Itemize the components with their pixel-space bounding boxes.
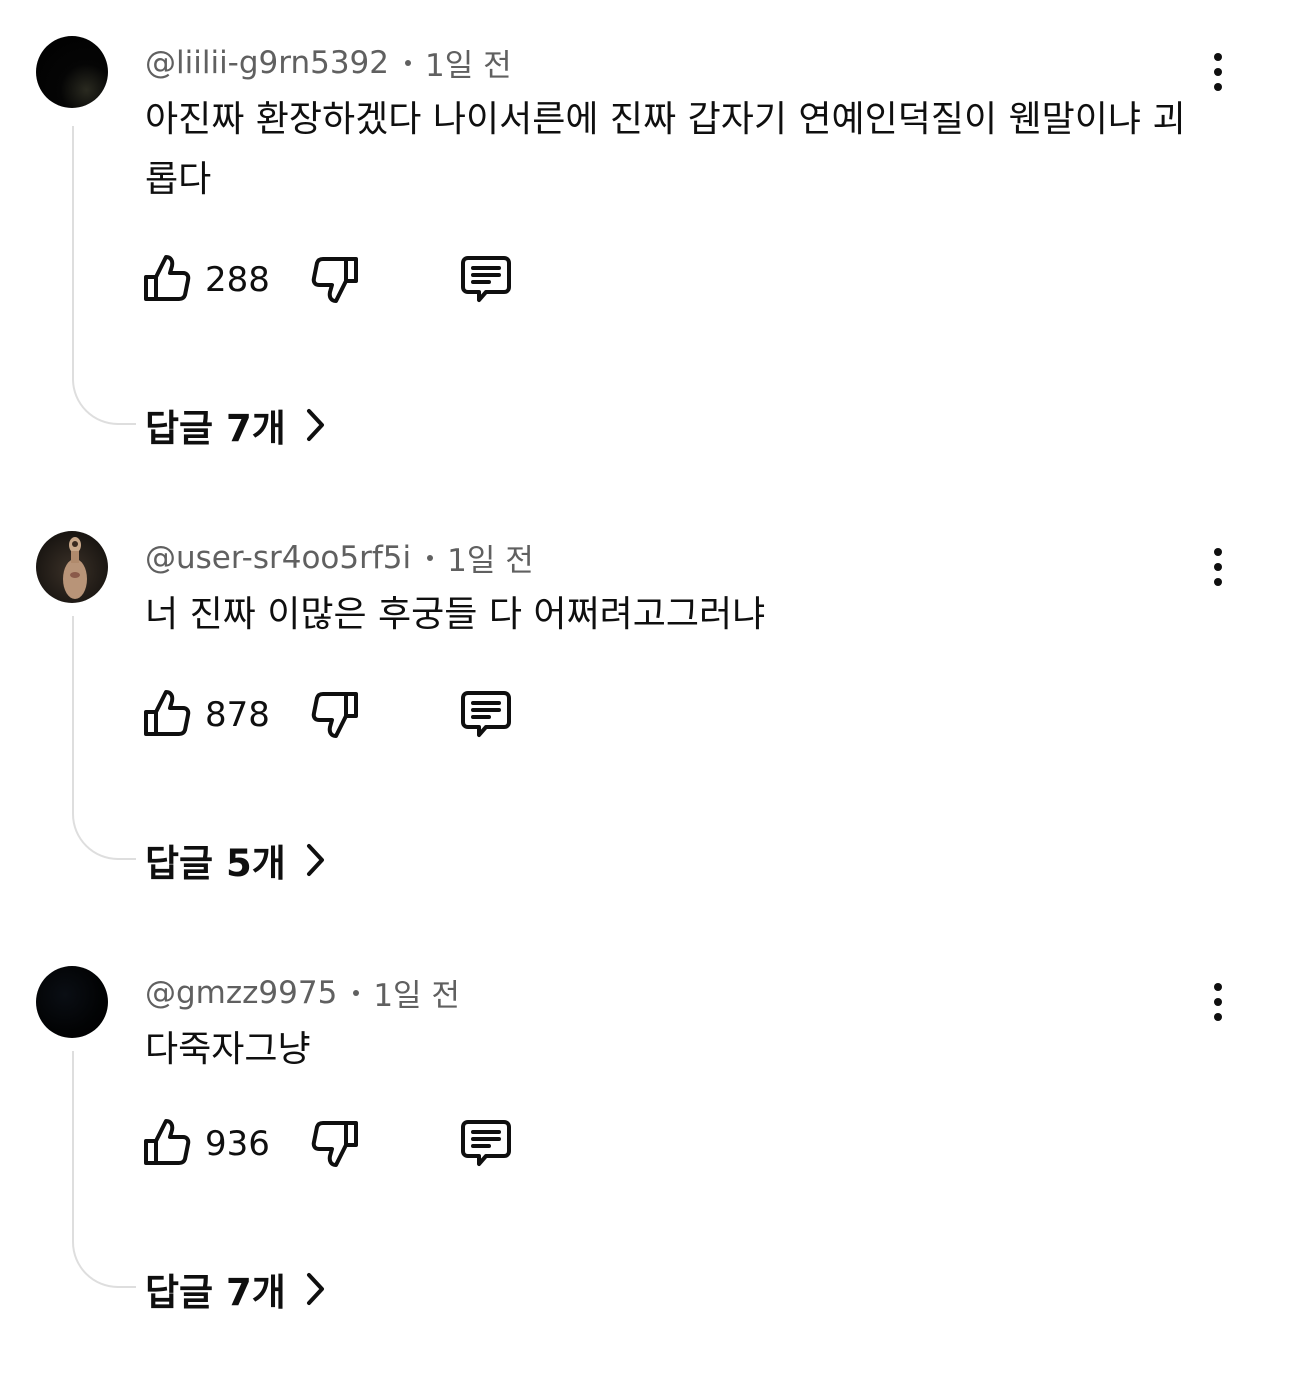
more-dot: [1214, 998, 1222, 1006]
timestamp: 1일 전: [447, 543, 534, 579]
view-replies-button[interactable]: 답글 5개: [145, 833, 328, 887]
comment-header: @liilii-g9rn5392 1일 전: [145, 40, 512, 85]
more-dot: [1214, 83, 1222, 91]
replies-label: 답글 5개: [145, 842, 286, 885]
avatar[interactable]: [36, 966, 108, 1038]
like-count: 936: [205, 1124, 270, 1164]
separator-dot: [353, 989, 360, 996]
more-vertical-icon: [1214, 983, 1222, 991]
comment-header: @user-sr4oo5rf5i 1일 전: [145, 535, 534, 580]
thread-line: [72, 616, 136, 860]
author-name[interactable]: @user-sr4oo5rf5i: [145, 540, 411, 576]
timestamp: 1일 전: [425, 48, 512, 84]
like-count: 878: [205, 695, 270, 735]
avatar-figure-image: [63, 537, 87, 599]
author-name[interactable]: @gmzz9975: [145, 975, 337, 1011]
thread-line: [72, 126, 136, 425]
comment-text: 아진짜 환장하겠다 나이서른에 진짜 갑자기 연예인덕질이 웬말이냐 괴롭다: [145, 99, 1186, 200]
view-replies-button[interactable]: 답글 7개: [145, 398, 328, 452]
comment-icon[interactable]: [459, 687, 513, 741]
thumbs-down-icon[interactable]: [311, 687, 359, 741]
action-bar: 288: [143, 252, 563, 308]
action-bar: 936: [143, 1116, 563, 1172]
more-dot: [1214, 1013, 1222, 1021]
chevron-right-icon: [306, 844, 324, 876]
comment-text: 너 진짜 이많은 후궁들 다 어쩌려고그러냐: [145, 594, 766, 635]
author-name[interactable]: @liilii-g9rn5392: [145, 45, 389, 81]
thumbs-up-icon[interactable]: [143, 252, 191, 306]
more-vertical-icon: [1214, 548, 1222, 556]
avatar[interactable]: [36, 531, 108, 603]
view-replies-button[interactable]: 답글 7개: [145, 1262, 328, 1316]
comment-text: 다죽자그냥: [145, 1029, 311, 1070]
more-dot: [1214, 578, 1222, 586]
separator-dot: [405, 59, 412, 66]
thread-line: [72, 1051, 136, 1288]
chevron-right-icon: [306, 1273, 324, 1305]
like-count: 288: [205, 260, 270, 300]
action-bar: 878: [143, 687, 563, 743]
more-vertical-icon: [1214, 53, 1222, 61]
comment-icon[interactable]: [459, 252, 513, 306]
thumbs-down-icon[interactable]: [311, 1116, 359, 1170]
replies-label: 답글 7개: [145, 407, 286, 450]
thumbs-down-icon[interactable]: [311, 252, 359, 306]
comment-icon[interactable]: [459, 1116, 513, 1170]
avatar[interactable]: [36, 36, 108, 108]
replies-label: 답글 7개: [145, 1271, 286, 1314]
separator-dot: [427, 554, 434, 561]
timestamp: 1일 전: [373, 978, 460, 1014]
thumbs-up-icon[interactable]: [143, 687, 191, 741]
chevron-right-icon: [306, 409, 324, 441]
thumbs-up-icon[interactable]: [143, 1116, 191, 1170]
comment-header: @gmzz9975 1일 전: [145, 970, 460, 1015]
more-dot: [1214, 563, 1222, 571]
more-dot: [1214, 68, 1222, 76]
